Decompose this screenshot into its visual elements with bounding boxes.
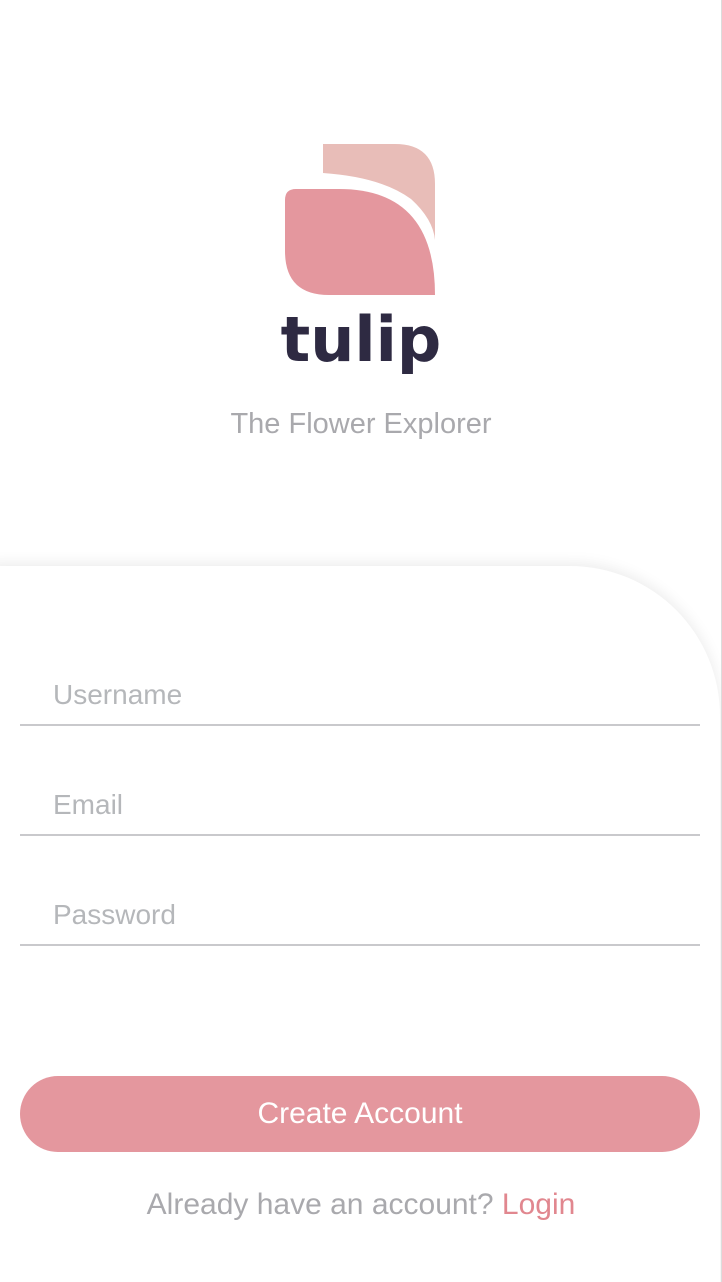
- login-link[interactable]: Login: [502, 1188, 575, 1221]
- email-input[interactable]: [20, 776, 700, 836]
- brand-name: tulip: [280, 303, 442, 376]
- front-petal-shape: [285, 189, 435, 295]
- tulip-petals-icon: [285, 144, 435, 295]
- signup-screen: tulip The Flower Explorer Create Account…: [0, 0, 722, 1282]
- password-input[interactable]: [20, 886, 700, 946]
- login-prompt-text: Already have an account?: [146, 1188, 494, 1221]
- username-input[interactable]: [20, 666, 700, 726]
- login-prompt-row: Already have an account? Login: [0, 1185, 721, 1225]
- create-account-button[interactable]: Create Account: [20, 1076, 700, 1152]
- brand-tagline: The Flower Explorer: [230, 408, 492, 440]
